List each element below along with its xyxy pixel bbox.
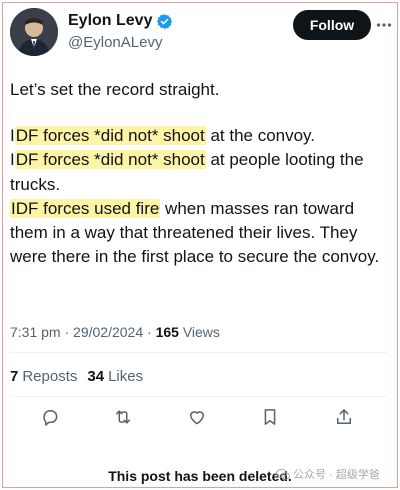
more-dots-icon[interactable] xyxy=(376,18,392,32)
likes-count: 34 xyxy=(87,368,105,385)
share-button[interactable] xyxy=(331,404,357,430)
bookmark-button[interactable] xyxy=(257,404,283,430)
tweet-paragraph-3: IDF forces *did not* shoot at people loo… xyxy=(10,148,395,196)
like-button[interactable] xyxy=(184,404,210,430)
share-icon xyxy=(337,409,351,424)
author-handle[interactable]: @EylonALevy xyxy=(68,34,173,51)
highlight-used-fire: IDF forces used fire xyxy=(10,198,161,218)
author-avatar[interactable] xyxy=(10,8,58,56)
views-label: Views xyxy=(178,324,220,340)
views-count: 165 xyxy=(155,324,179,340)
likes-label: Likes xyxy=(108,368,144,385)
author-display-name[interactable]: Eylon Levy xyxy=(68,12,152,30)
divider-top xyxy=(10,352,388,353)
likes-stat[interactable]: 34 Likes xyxy=(87,368,143,385)
reposts-count: 7 xyxy=(10,368,19,385)
follow-button[interactable]: Follow xyxy=(293,10,371,40)
tweet-header: Eylon Levy @EylonALevy Follow xyxy=(10,8,392,58)
meta-separator: · xyxy=(60,324,74,340)
engagement-stats: 7 Reposts 34 Likes xyxy=(10,368,143,385)
tweet-meta: 7:31 pm · 29/02/2024 · 165 Views xyxy=(10,324,220,340)
tweet-line-1: Let’s set the record straight. xyxy=(10,80,220,99)
tweet-p2-rest: at the convoy. xyxy=(205,126,316,146)
avatar-photo xyxy=(10,8,58,56)
meta-separator-2: · xyxy=(143,324,156,340)
watermark-text: 公众号 · 超级学爸 xyxy=(293,469,380,481)
action-bar xyxy=(0,404,400,432)
divider-bottom xyxy=(10,396,388,397)
highlight-did-not-shoot-1: DF forces *did not* shoot xyxy=(14,126,206,146)
highlight-did-not-shoot-2: DF forces *did not* shoot xyxy=(14,150,206,170)
tweet-time[interactable]: 7:31 pm xyxy=(10,324,61,340)
reply-button[interactable] xyxy=(37,404,63,430)
reposts-stat[interactable]: 7 Reposts xyxy=(10,368,77,385)
author-name-row: Eylon Levy xyxy=(68,12,173,30)
reposts-label: Reposts xyxy=(22,368,78,385)
verified-badge-icon xyxy=(157,13,173,29)
bookmark-icon xyxy=(264,409,276,425)
repost-button[interactable] xyxy=(110,404,136,430)
heart-icon xyxy=(190,411,204,425)
author-info: Eylon Levy @EylonALevy xyxy=(68,12,173,51)
repost-icon xyxy=(116,410,130,424)
tweet-date[interactable]: 29/02/2024 xyxy=(73,324,143,340)
tweet-paragraph-2: IDF forces *did not* shoot at the convoy… xyxy=(10,124,395,148)
tweet-text: Let’s set the record straight. IDF force… xyxy=(10,78,395,269)
reply-icon xyxy=(43,410,58,426)
wechat-icon xyxy=(276,468,290,480)
tweet-paragraph-4: IDF forces used fire when masses ran tow… xyxy=(10,197,395,270)
watermark: 公众号 · 超级学爸 xyxy=(276,466,380,482)
